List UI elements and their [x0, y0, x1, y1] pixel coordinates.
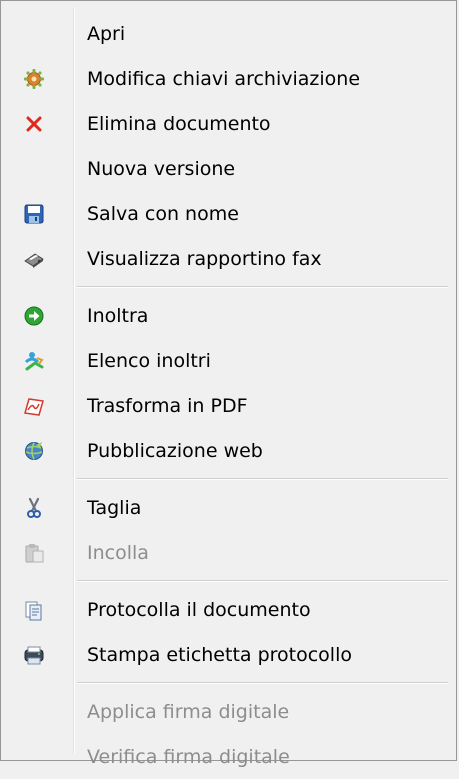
- delete-x-icon: [23, 113, 45, 135]
- menu-separator: [1, 281, 456, 293]
- menu-item-elenco-inoltri[interactable]: Elenco inoltri: [1, 338, 456, 383]
- clipboard-icon: [23, 542, 45, 564]
- menu-item-modifica-chiavi[interactable]: Modifica chiavi archiviazione: [1, 56, 456, 101]
- menu-item-label: Salva con nome: [87, 202, 239, 225]
- fax-icon: [23, 248, 45, 270]
- menu-item-label: Nuova versione: [87, 157, 236, 180]
- menu-separator: [1, 473, 456, 485]
- protocol-document-icon: [23, 599, 45, 621]
- menu-item-label: Visualizza rapportino fax: [87, 247, 322, 270]
- menu-item-elimina-documento[interactable]: Elimina documento: [1, 101, 456, 146]
- scissors-icon: [23, 497, 45, 519]
- menu-item-label: Stampa etichetta protocollo: [87, 643, 352, 666]
- menu-item-label: Pubblicazione web: [87, 439, 263, 462]
- menu-item-visualizza-rapportino-fax[interactable]: Visualizza rapportino fax: [1, 236, 456, 281]
- forward-list-icon: [23, 350, 45, 372]
- menu-item-label: Protocolla il documento: [87, 598, 311, 621]
- menu-item-label: Incolla: [87, 541, 149, 564]
- menu-item-apri[interactable]: Apri: [1, 11, 456, 56]
- menu-item-label: Apri: [87, 22, 126, 45]
- menu-item-stampa-etichetta[interactable]: Stampa etichetta protocollo: [1, 632, 456, 677]
- menu-item-label: Inoltra: [87, 304, 149, 327]
- menu-item-incolla[interactable]: Incolla: [1, 530, 456, 575]
- context-menu: Apri Modifica chiavi archiviazione Elimi…: [0, 0, 457, 768]
- menu-item-label: Elenco inoltri: [87, 349, 211, 372]
- menu-item-taglia[interactable]: Taglia: [1, 485, 456, 530]
- menu-item-label: Verifica firma digitale: [87, 745, 290, 768]
- web-publish-icon: [23, 440, 45, 462]
- menu-item-protocolla-documento[interactable]: Protocolla il documento: [1, 587, 456, 632]
- menu-item-label: Trasforma in PDF: [87, 394, 248, 417]
- menu-item-inoltra[interactable]: Inoltra: [1, 293, 456, 338]
- label-printer-icon: [23, 644, 45, 666]
- menu-item-nuova-versione[interactable]: Nuova versione: [1, 146, 456, 191]
- forward-arrow-icon: [23, 305, 45, 327]
- gear-icon: [23, 68, 45, 90]
- menu-item-label: Taglia: [87, 496, 142, 519]
- menu-separator: [1, 575, 456, 587]
- menu-separator: [1, 677, 456, 689]
- menu-item-label: Modifica chiavi archiviazione: [87, 67, 361, 90]
- pdf-icon: [23, 395, 45, 417]
- menu-item-trasforma-in-pdf[interactable]: Trasforma in PDF: [1, 383, 456, 428]
- menu-items: Apri Modifica chiavi archiviazione Elimi…: [1, 11, 456, 779]
- menu-item-applica-firma[interactable]: Applica firma digitale: [1, 689, 456, 734]
- menu-item-label: Elimina documento: [87, 112, 271, 135]
- menu-item-verifica-firma[interactable]: Verifica firma digitale: [1, 734, 456, 779]
- menu-item-pubblicazione-web[interactable]: Pubblicazione web: [1, 428, 456, 473]
- menu-item-salva-con-nome[interactable]: Salva con nome: [1, 191, 456, 236]
- floppy-disk-icon: [23, 203, 45, 225]
- menu-item-label: Applica firma digitale: [87, 700, 290, 723]
